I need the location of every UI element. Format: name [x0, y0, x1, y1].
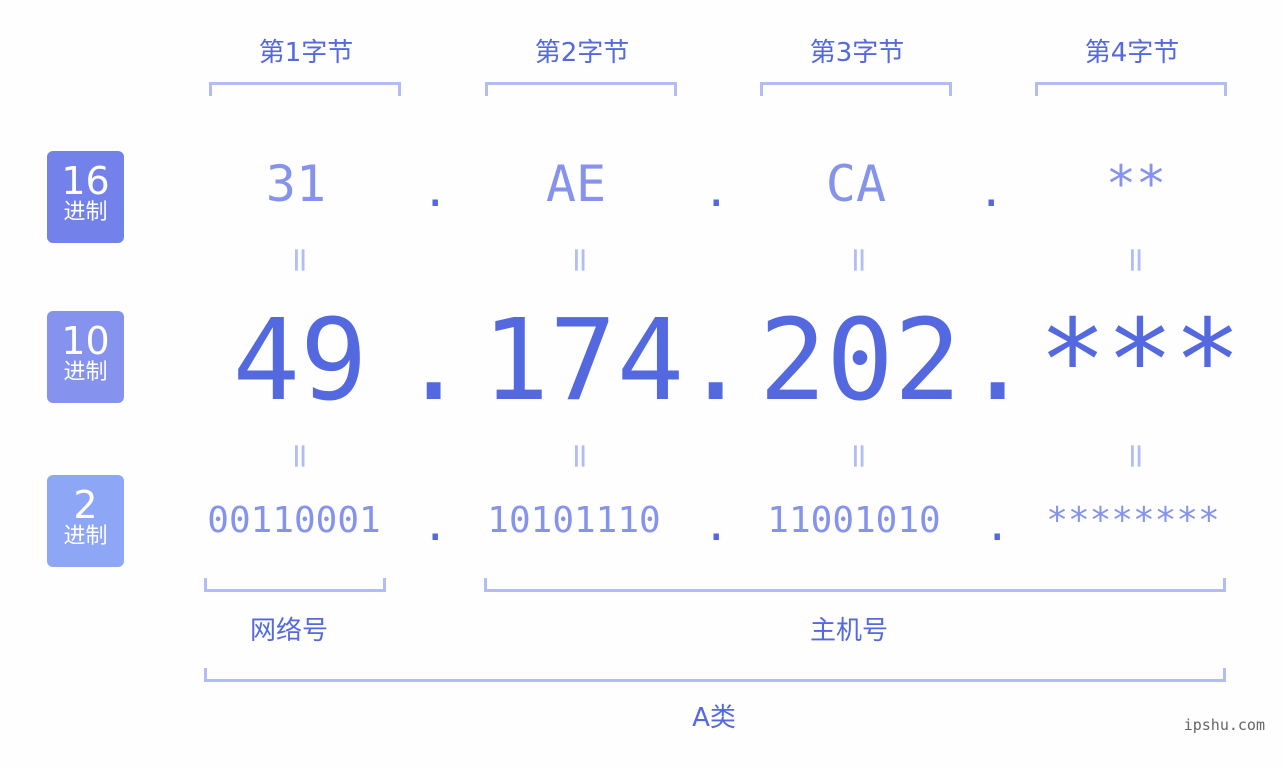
bin-byte-1: 00110001 [207, 500, 381, 541]
byte-bracket-4 [1035, 82, 1227, 96]
dec-byte-3: 202 [758, 296, 962, 426]
badge-hex-base: 16 [61, 159, 110, 203]
dec-separator-2: . [682, 296, 750, 426]
network-label: 网络号 [249, 616, 328, 646]
dec-byte-1: 49 [232, 296, 368, 426]
class-label: A类 [692, 703, 736, 733]
byte-label-3: 第3字节 [809, 38, 905, 68]
equals-icon: = [280, 441, 320, 471]
byte-label-1: 第1字节 [258, 38, 354, 68]
bin-byte-3: 11001010 [767, 500, 941, 541]
hex-byte-1: 31 [265, 155, 327, 213]
badge-bin-base: 2 [73, 483, 98, 527]
badge-dec: 10 进制 [47, 311, 124, 403]
badge-bin: 2 进制 [47, 475, 124, 567]
hex-separator-3: . [978, 166, 1005, 217]
watermark: ipshu.com [1183, 716, 1265, 734]
badge-hex: 16 进制 [47, 151, 124, 243]
equals-icon: = [839, 245, 879, 275]
bin-byte-4: ******** [1046, 500, 1220, 541]
bin-separator-2: . [703, 500, 730, 551]
hex-separator-2: . [703, 166, 730, 217]
equals-icon: = [1116, 245, 1156, 275]
dec-byte-4: *** [1038, 296, 1242, 426]
bin-separator-1: . [422, 500, 449, 551]
host-bracket [484, 578, 1226, 592]
bin-byte-2: 10101110 [487, 500, 661, 541]
hex-byte-2: AE [545, 155, 607, 213]
byte-label-2: 第2字节 [534, 38, 630, 68]
badge-bin-unit: 进制 [63, 524, 108, 549]
network-bracket [204, 578, 386, 592]
host-label: 主机号 [809, 616, 888, 646]
equals-icon: = [280, 245, 320, 275]
byte-bracket-3 [760, 82, 952, 96]
equals-icon: = [839, 441, 879, 471]
byte-bracket-2 [485, 82, 677, 96]
bin-separator-3: . [984, 500, 1011, 551]
dec-byte-2: 174 [481, 296, 685, 426]
dec-separator-3: . [964, 296, 1032, 426]
equals-icon: = [1116, 441, 1156, 471]
badge-hex-unit: 进制 [63, 200, 108, 225]
hex-separator-1: . [422, 166, 449, 217]
byte-bracket-1 [209, 82, 401, 96]
byte-label-4: 第4字节 [1084, 38, 1180, 68]
dec-separator-1: . [400, 296, 468, 426]
equals-icon: = [560, 245, 600, 275]
badge-dec-base: 10 [61, 319, 110, 363]
equals-icon: = [560, 441, 600, 471]
class-bracket [204, 668, 1226, 682]
hex-byte-3: CA [825, 155, 887, 213]
hex-byte-4: ** [1105, 155, 1167, 213]
badge-dec-unit: 进制 [63, 360, 108, 385]
